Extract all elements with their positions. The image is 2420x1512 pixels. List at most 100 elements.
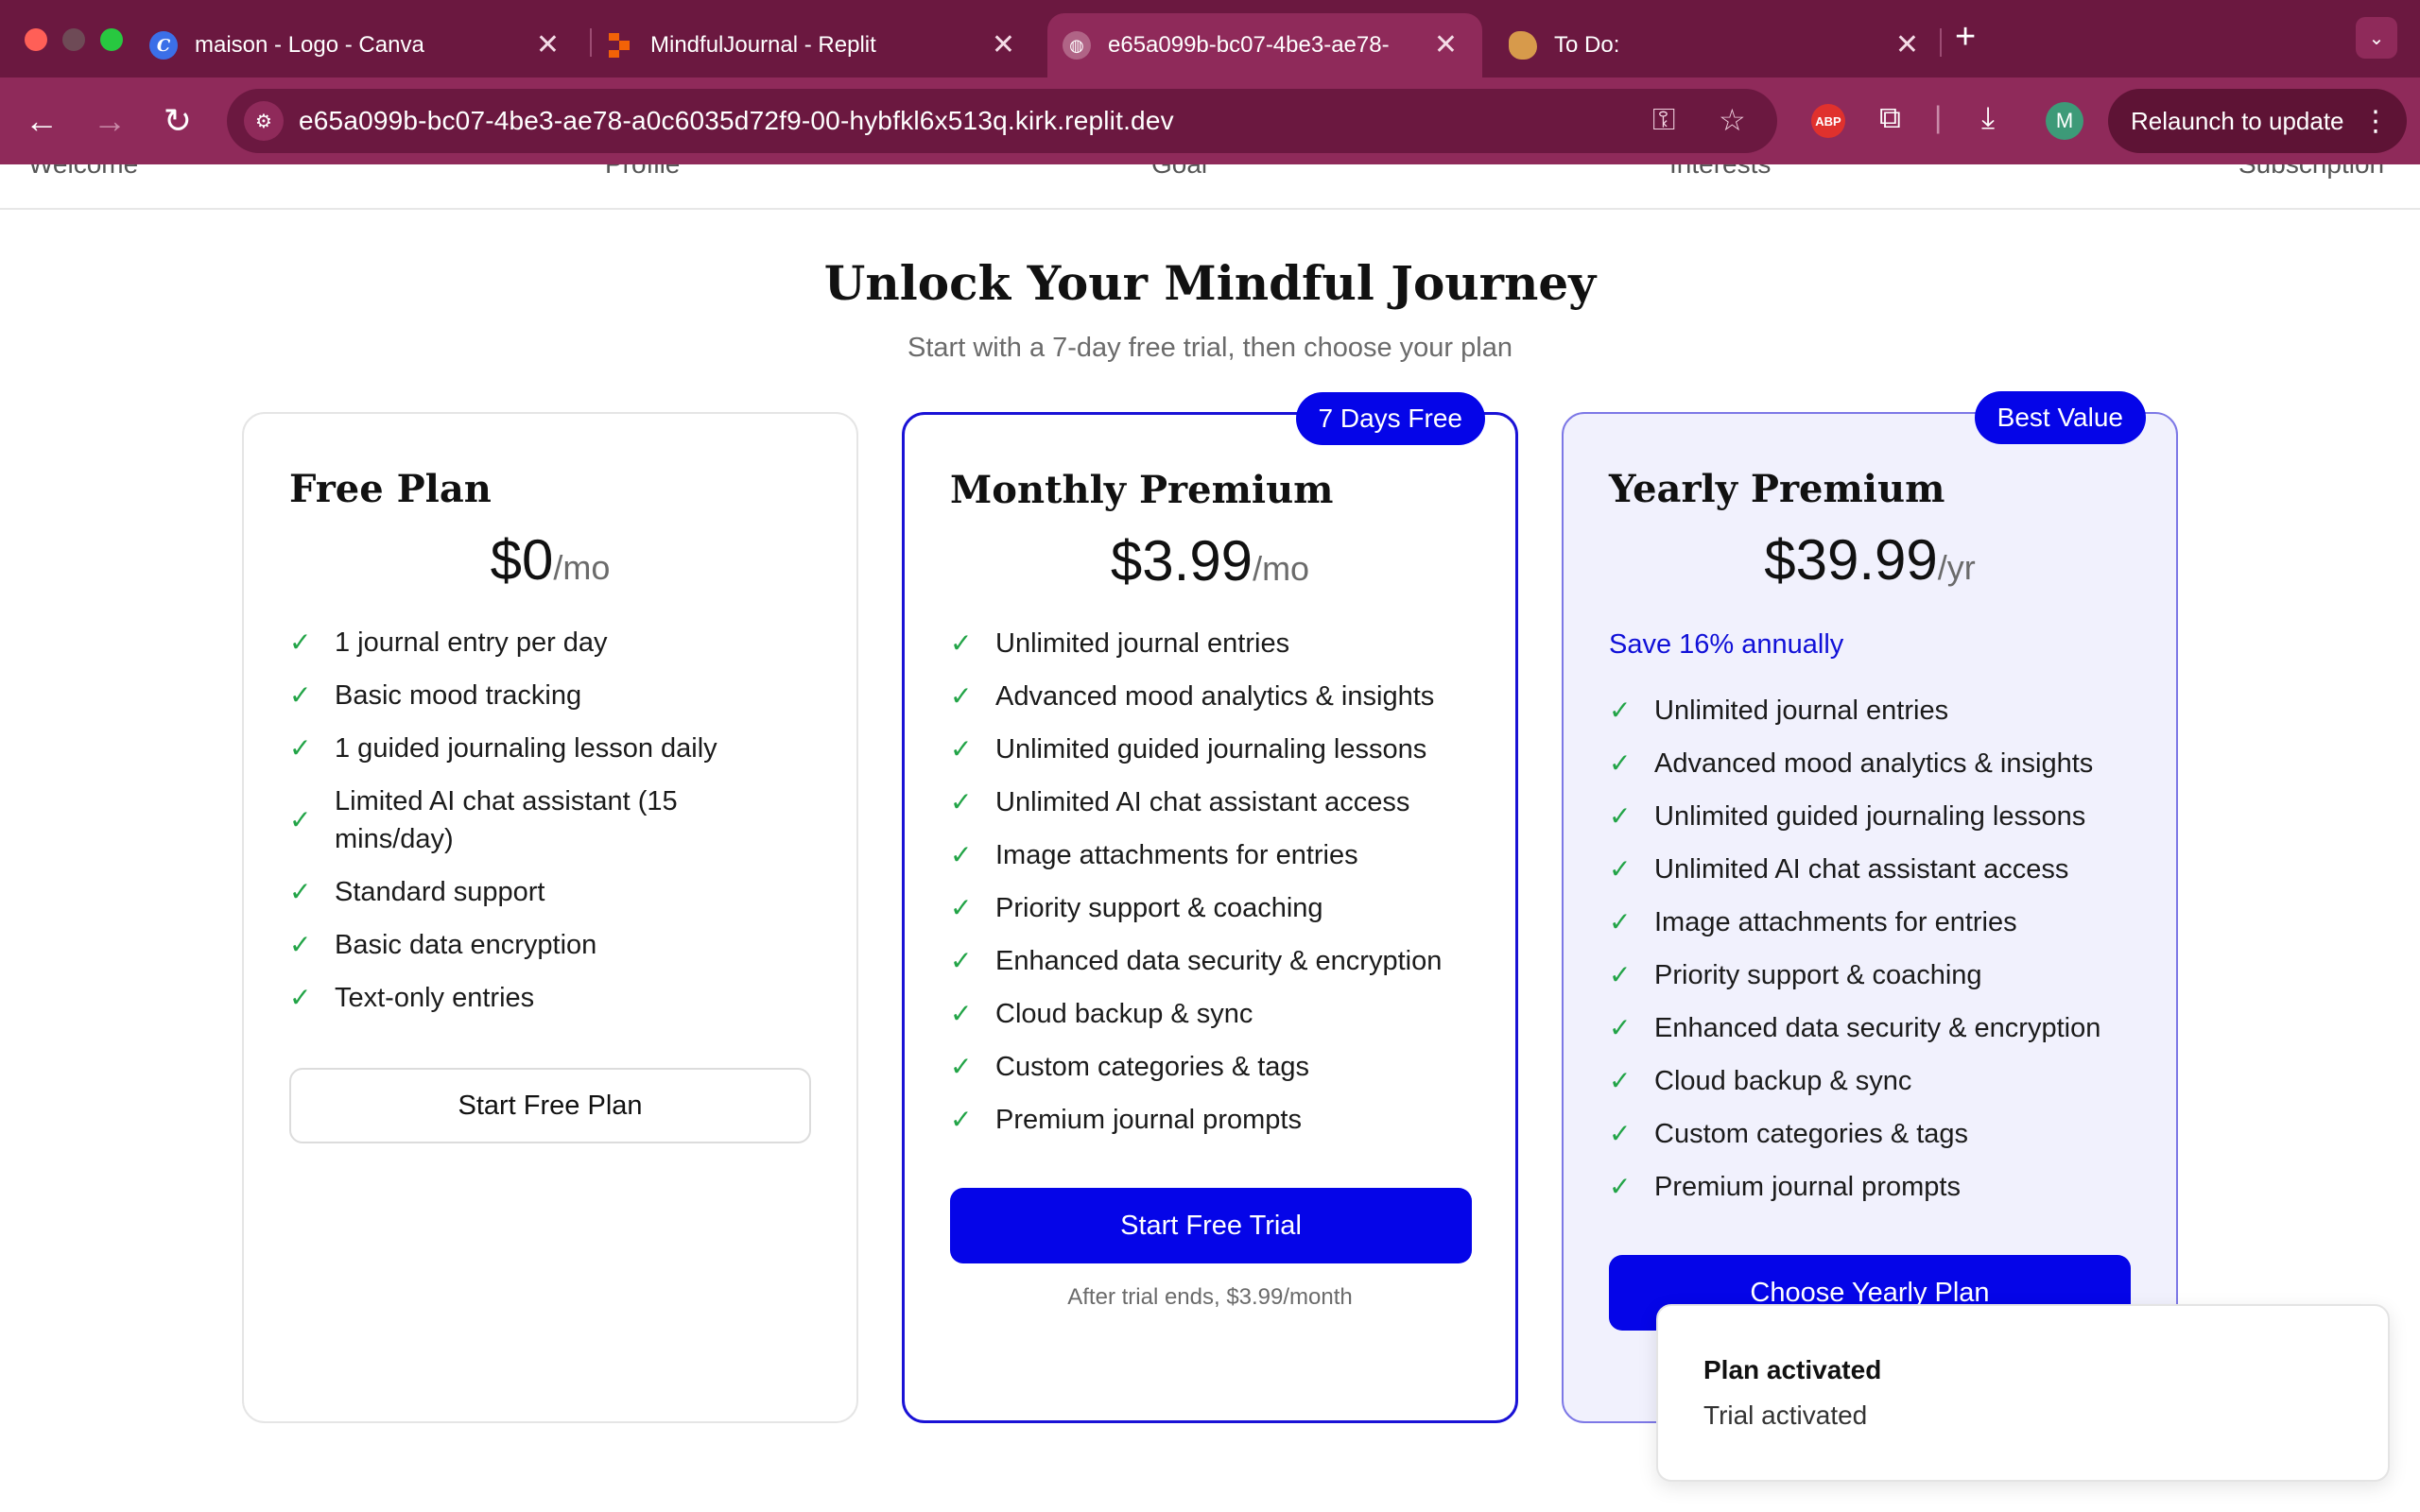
toast-title: Plan activated [1703, 1355, 1882, 1384]
feature-item: ✓ Text-only entries [289, 979, 828, 1017]
feature-list: ✓ Unlimited journal entries ✓ Advanced moo… [950, 625, 1489, 1154]
page-title: Unlock Your Mindful Journey [823, 255, 1597, 311]
check-icon: ✓ [289, 733, 312, 763]
trial-badge: 7 Days Free [1295, 392, 1485, 445]
tab-title: To Do: [1554, 32, 1620, 58]
check-icon: ✓ [950, 840, 973, 869]
feature-item: ✓ Premium journal prompts [950, 1101, 1489, 1139]
start-free-trial-button[interactable]: Start Free Trial [950, 1188, 1472, 1263]
back-arrow-icon[interactable]: ← [19, 98, 64, 144]
window-minimize-button[interactable] [62, 28, 85, 51]
close-icon[interactable]: ✕ [1434, 31, 1458, 60]
feature-item: ✓ Standard support [289, 873, 828, 911]
check-icon: ✓ [950, 999, 973, 1028]
feature-item: ✓ Unlimited AI chat assistant access [1609, 850, 2148, 888]
extensions-puzzle-icon[interactable]: ⧉ [1879, 100, 1901, 136]
tab-todo[interactable]: To Do: ✕ [1509, 13, 1944, 77]
page-subtitle: Start with a 7-day free trial, then choo… [908, 333, 1512, 363]
plan-price: $39.99/yr [1564, 527, 2176, 593]
url-text[interactable]: e65a099b-bc07-4be3-ae78-a0c6035d72f9-00-… [299, 106, 1174, 136]
todo-icon [1509, 31, 1537, 60]
replit-icon [605, 31, 633, 60]
price-amount: $3.99 [1110, 529, 1253, 593]
yearly-premium-card: Best Value Yearly Premium $39.99/yr Save… [1562, 391, 2178, 1423]
feature-item: ✓ Limited AI chat assistant (15 mins/day) [289, 786, 678, 854]
new-tab-plus-icon[interactable]: + [1955, 19, 1976, 55]
feature-item: ✓ Image attachments for entries [1609, 903, 2148, 941]
globe-icon: ◍ [1063, 31, 1091, 60]
bookmark-star-icon[interactable]: ☆ [1719, 102, 1746, 138]
check-icon: ✓ [1609, 748, 1632, 778]
check-icon: ✓ [950, 893, 973, 922]
forward-arrow-icon[interactable]: → [87, 98, 132, 144]
feature-item: ✓ Unlimited guided journaling lessons [1609, 798, 2148, 835]
feature-item: ✓ Advanced mood analytics & insights [950, 678, 1489, 715]
tab-search-chevron-icon[interactable]: ⌄ [2356, 17, 2397, 59]
check-icon: ✓ [950, 1105, 973, 1134]
check-icon: ✓ [1609, 801, 1632, 831]
check-icon: ✓ [289, 680, 312, 710]
feature-item: ✓ Basic data encryption [289, 926, 828, 964]
feature-item: ✓ Cloud backup & sync [1609, 1062, 2148, 1100]
feature-list: ✓ 1 journal entry per day ✓ Basic mood tra… [289, 624, 828, 1032]
close-icon[interactable]: ✕ [992, 31, 1015, 60]
tab-separator [1940, 28, 1942, 57]
monthly-premium-card: 7 Days Free Monthly Premium $3.99/mo ✓ Un… [902, 392, 1518, 1423]
toolbar-divider: | [1934, 100, 1943, 134]
adblock-icon[interactable]: ABP [1811, 104, 1845, 138]
onboarding-steps-nav: Welcome Profile Goal Interests Subscript… [0, 164, 2420, 210]
site-settings-icon[interactable]: ⚙ [244, 101, 284, 141]
after-trial-note: After trial ends, $3.99/month [1067, 1284, 1353, 1310]
feature-list: ✓ Unlimited journal entries ✓ Advanced moo… [1609, 692, 2148, 1221]
download-icon[interactable]: ⤓ [1981, 100, 1995, 136]
price-period: /mo [553, 548, 611, 587]
relaunch-to-update-button[interactable]: Relaunch to update ⋮ [2108, 89, 2407, 153]
step-welcome[interactable]: Welcome [28, 164, 138, 180]
feature-item: ✓ Priority support & coaching [950, 889, 1489, 927]
feature-item: ✓ Enhanced data security & encryption [950, 942, 1489, 980]
check-icon: ✓ [1609, 1066, 1632, 1095]
check-icon: ✓ [289, 805, 312, 834]
tab-title: e65a099b-bc07-4be3-ae78- [1108, 32, 1390, 58]
price-period: /mo [1253, 549, 1310, 588]
feature-item: ✓ Custom categories & tags [1609, 1115, 2148, 1153]
start-free-plan-button[interactable]: Start Free Plan [289, 1068, 811, 1143]
plan-name: Yearly Premium [1609, 467, 1945, 511]
window-zoom-button[interactable] [100, 28, 123, 51]
feature-item: ✓ Cloud backup & sync [950, 995, 1489, 1033]
tab-canva[interactable]: C maison - Logo - Canva ✕ [149, 13, 584, 77]
feature-item: ✓ Advanced mood analytics & insights [1609, 745, 2148, 782]
check-icon: ✓ [1609, 696, 1632, 725]
check-icon: ✓ [1609, 1119, 1632, 1148]
feature-item: ✓ 1 guided journaling lesson daily [289, 730, 828, 767]
tab-title: MindfulJournal - Replit [650, 32, 876, 58]
best-value-badge: Best Value [1974, 391, 2146, 444]
step-interests[interactable]: Interests [1669, 164, 1771, 180]
check-icon: ✓ [289, 627, 312, 657]
profile-avatar[interactable]: M [2046, 102, 2083, 140]
check-icon: ✓ [950, 734, 973, 764]
check-icon: ✓ [1609, 1172, 1632, 1201]
relaunch-label: Relaunch to update [2131, 106, 2344, 135]
close-icon[interactable]: ✕ [1895, 31, 1919, 60]
check-icon: ✓ [950, 628, 973, 658]
check-icon: ✓ [950, 1052, 973, 1081]
step-subscription[interactable]: Subscription [2238, 164, 2384, 180]
more-menu-icon[interactable]: ⋮ [2361, 105, 2390, 138]
step-profile[interactable]: Profile [605, 164, 680, 180]
plan-activated-toast: Plan activated Trial activated [1656, 1304, 2390, 1482]
feature-item: ✓ Enhanced data security & encryption [1609, 1009, 2148, 1047]
check-icon: ✓ [289, 877, 312, 906]
close-icon[interactable]: ✕ [536, 31, 560, 60]
window-close-button[interactable] [25, 28, 47, 51]
reload-icon[interactable]: ↻ [155, 98, 200, 144]
password-key-icon[interactable]: ⚿ [1652, 102, 1675, 138]
feature-item: ✓ Unlimited journal entries [950, 625, 1489, 662]
check-icon: ✓ [950, 787, 973, 816]
tab-active-page[interactable]: ◍ e65a099b-bc07-4be3-ae78- ✕ [1047, 13, 1482, 77]
step-goal[interactable]: Goal [1151, 164, 1207, 180]
browser-tab-bar: C maison - Logo - Canva ✕ MindfulJournal… [0, 0, 2420, 77]
canva-icon: C [149, 31, 178, 60]
tab-replit[interactable]: MindfulJournal - Replit ✕ [605, 13, 1040, 77]
address-bar[interactable]: ⚙ e65a099b-bc07-4be3-ae78-a0c6035d72f9-0… [227, 89, 1777, 153]
